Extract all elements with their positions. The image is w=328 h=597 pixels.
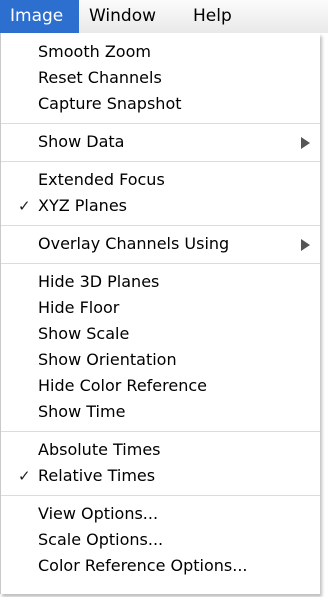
menu-item-label: Extended Focus — [38, 170, 165, 189]
menu-title-window[interactable]: Window — [79, 0, 183, 33]
menu-item-label: Hide Floor — [38, 298, 120, 317]
checkmark-icon: ✓ — [18, 467, 31, 485]
menu-item-relative-times[interactable]: ✓ Relative Times — [1, 463, 320, 489]
menu-item-show-data[interactable]: Show Data — [1, 129, 320, 155]
menu-item-label: Capture Snapshot — [38, 94, 182, 113]
menu-separator — [1, 495, 320, 496]
menu-item-label: Relative Times — [38, 466, 156, 485]
menu-separator — [1, 431, 320, 432]
menu-item-label: View Options... — [38, 504, 159, 523]
menu-item-absolute-times[interactable]: Absolute Times — [1, 437, 320, 463]
submenu-arrow-icon — [301, 137, 310, 149]
menu-item-show-orientation[interactable]: Show Orientation — [1, 347, 320, 373]
image-dropdown-menu: Smooth Zoom Reset Channels Capture Snapsho… — [0, 33, 320, 594]
menu-item-scale-options[interactable]: Scale Options... — [1, 527, 320, 553]
menu-item-show-time[interactable]: Show Time — [1, 399, 320, 425]
menu-item-label: Show Orientation — [38, 350, 177, 369]
menu-item-extended-focus[interactable]: Extended Focus — [1, 167, 320, 193]
menu-item-smooth-zoom[interactable]: Smooth Zoom — [1, 39, 320, 65]
menu-item-hide-3d-planes[interactable]: Hide 3D Planes — [1, 269, 320, 295]
menu-item-overlay-channels-using[interactable]: Overlay Channels Using — [1, 231, 320, 257]
menu-separator — [1, 225, 320, 226]
menu-item-label: Hide 3D Planes — [38, 272, 160, 291]
menu-title-help[interactable]: Help — [183, 0, 253, 33]
submenu-arrow-icon — [301, 239, 310, 251]
menu-item-hide-floor[interactable]: Hide Floor — [1, 295, 320, 321]
menu-item-xyz-planes[interactable]: ✓ XYZ Planes — [1, 193, 320, 219]
menu-item-label: Show Scale — [38, 324, 130, 343]
menu-item-capture-snapshot[interactable]: Capture Snapshot — [1, 91, 320, 117]
menu-item-label: Smooth Zoom — [38, 42, 151, 61]
menu-item-show-scale[interactable]: Show Scale — [1, 321, 320, 347]
menu-item-label: Reset Channels — [38, 68, 162, 87]
menu-item-label: XYZ Planes — [38, 196, 127, 215]
checkmark-icon: ✓ — [18, 197, 31, 215]
menu-item-label: Show Data — [38, 132, 125, 151]
menu-item-label: Hide Color Reference — [38, 376, 207, 395]
app-root: Image Window Help Smooth Zoom Reset Chann… — [0, 0, 328, 597]
menu-item-reset-channels[interactable]: Reset Channels — [1, 65, 320, 91]
menu-item-hide-color-reference[interactable]: Hide Color Reference — [1, 373, 320, 399]
menu-separator — [1, 263, 320, 264]
menu-item-label: Show Time — [38, 402, 126, 421]
menu-separator — [1, 161, 320, 162]
menu-separator — [1, 123, 320, 124]
menu-item-label: Absolute Times — [38, 440, 161, 459]
menu-bar: Image Window Help — [0, 0, 328, 33]
menu-title-image[interactable]: Image — [0, 0, 79, 33]
menu-item-view-options[interactable]: View Options... — [1, 501, 320, 527]
menu-item-label: Overlay Channels Using — [38, 234, 230, 253]
menu-item-label: Color Reference Options... — [38, 556, 248, 575]
menu-item-label: Scale Options... — [38, 530, 164, 549]
menu-item-color-reference-options[interactable]: Color Reference Options... — [1, 553, 320, 579]
